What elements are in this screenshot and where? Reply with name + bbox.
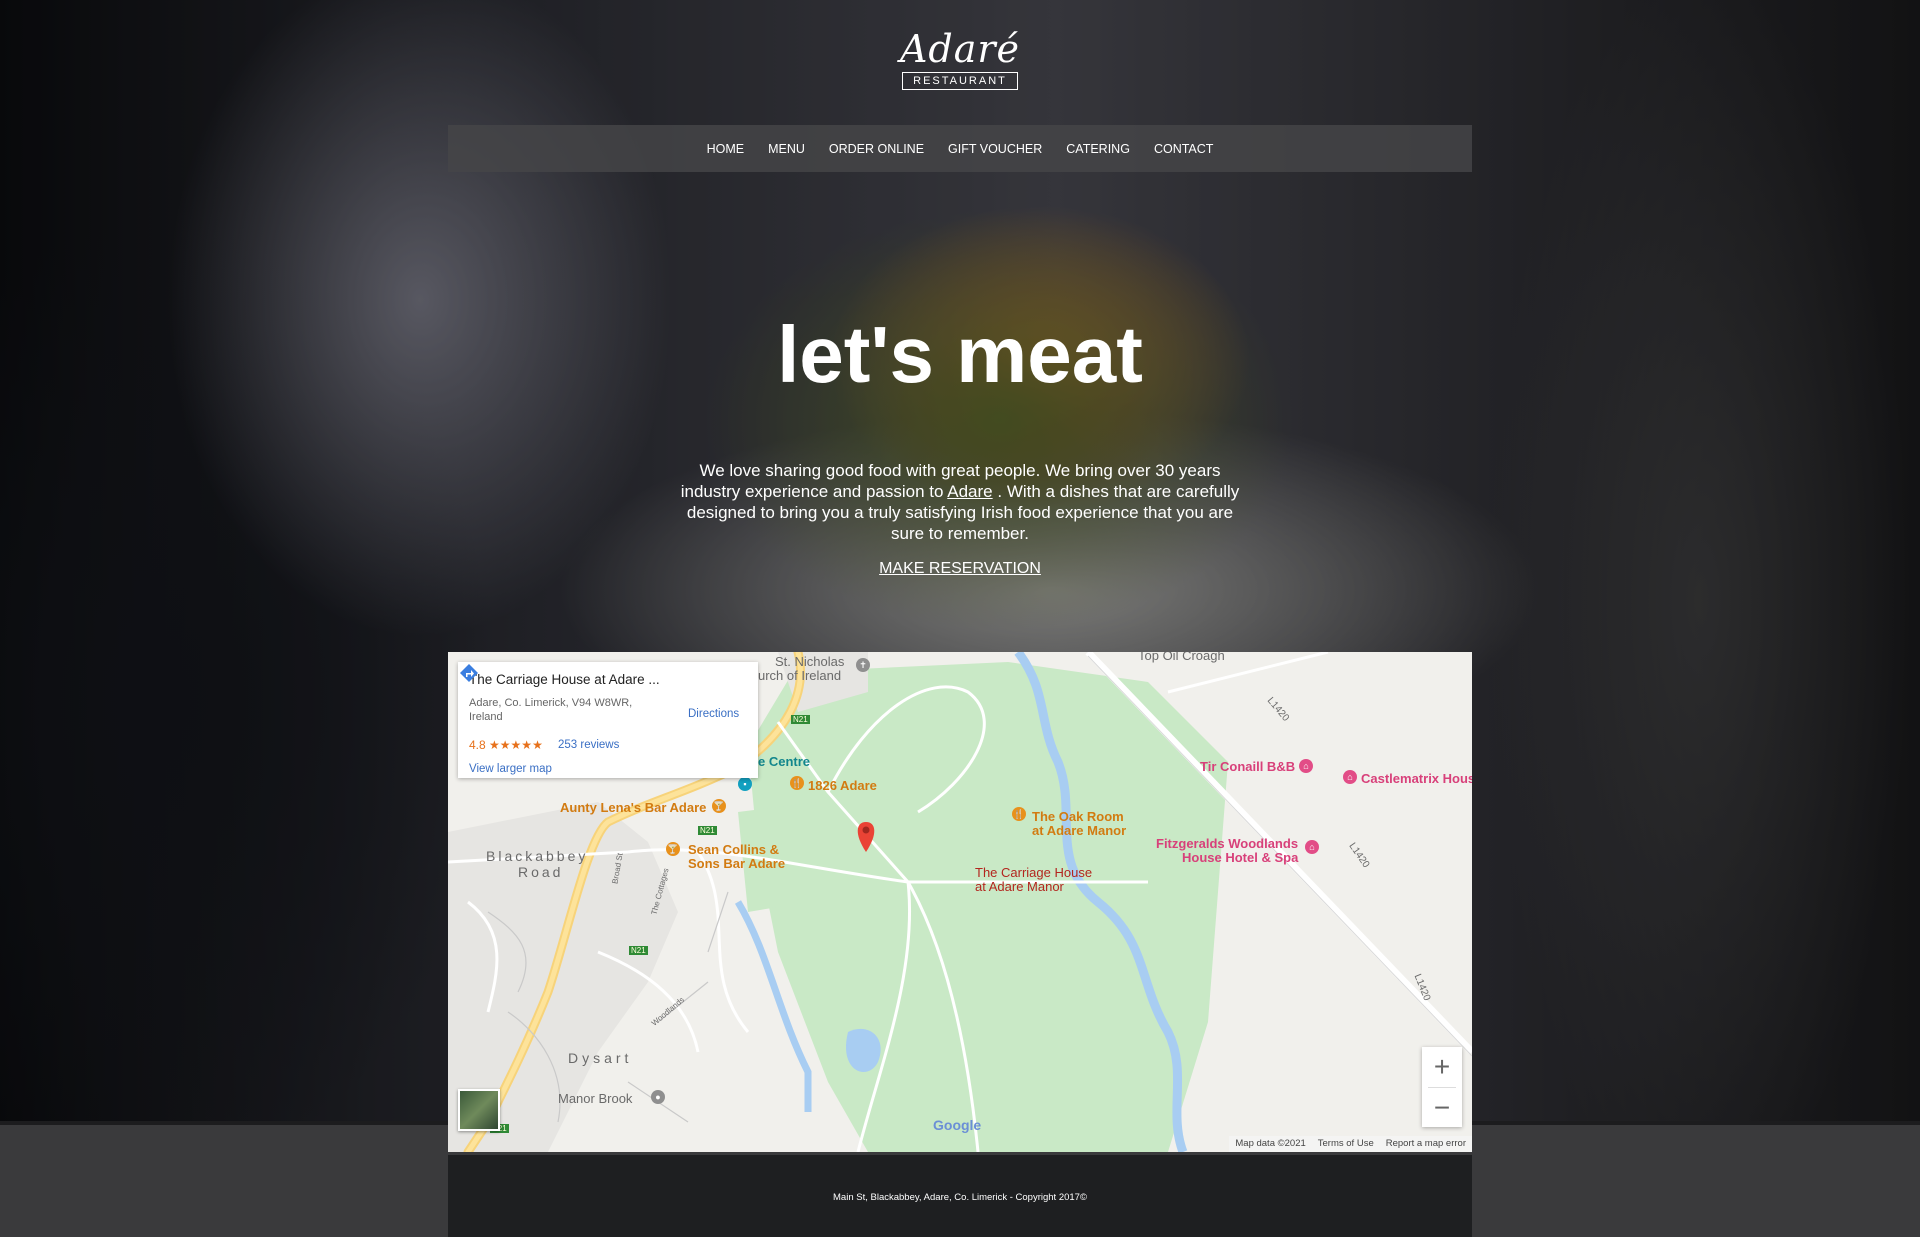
place-rating: 4.8 ★★★★★	[469, 738, 543, 752]
poi-sean-collins-2[interactable]: Sons Bar Adare	[688, 856, 785, 871]
area-blackabbey-2: Road	[518, 864, 564, 880]
nav-catering[interactable]: CATERING	[1066, 142, 1130, 156]
logo[interactable]: Adaré RESTAURANT	[0, 28, 1920, 90]
church-icon: ✝	[856, 658, 870, 672]
google-map[interactable]: N21 N21 N21 N21 L1420 L1420 L1420 Broad …	[448, 652, 1472, 1152]
directions-icon[interactable]	[458, 662, 480, 684]
zoom-in-button[interactable]: +	[1422, 1047, 1462, 1087]
bar-icon-sean-collins: 🍸	[666, 842, 680, 856]
rating-value: 4.8	[469, 738, 486, 752]
rating-stars: ★★★★★	[489, 738, 543, 752]
road-shield-n21: N21	[791, 715, 810, 724]
hero-headline: let's meat	[777, 310, 1143, 399]
marker-dot	[862, 826, 870, 834]
hero-intro: We love sharing good food with great peo…	[680, 460, 1240, 544]
area-dysart: Dysart	[568, 1050, 633, 1066]
poi-carriage-house-1[interactable]: The Carriage House	[975, 865, 1092, 880]
place-icon-manor-brook: ●	[651, 1090, 665, 1104]
centre-icon: ▪	[738, 777, 752, 791]
poi-castlematrix[interactable]: Castlematrix Hous	[1361, 771, 1472, 786]
nav-order-online[interactable]: ORDER ONLINE	[829, 142, 924, 156]
poi-oak-room-1[interactable]: The Oak Room	[1032, 809, 1124, 824]
logo-wordmark: Adaré	[899, 27, 1021, 71]
map-data-text: Map data ©2021	[1235, 1138, 1306, 1149]
park-area	[748, 662, 1228, 1152]
footer-copyright: Main St, Blackabbey, Adare, Co. Limerick…	[833, 1192, 1087, 1203]
google-logo: Google	[933, 1117, 981, 1133]
poi-church-of-ireland[interactable]: urch of Ireland	[758, 668, 841, 683]
zoom-out-button[interactable]: −	[1422, 1088, 1462, 1128]
make-reservation-link[interactable]: MAKE RESERVATION	[879, 560, 1041, 577]
poi-1826-adare[interactable]: 1826 Adare	[808, 778, 877, 793]
poi-tir-conaill[interactable]: Tir Conaill B&B	[1200, 759, 1295, 774]
report-map-error-link[interactable]: Report a map error	[1386, 1136, 1466, 1152]
restaurant-icon-1826: 🍴	[790, 776, 804, 790]
road-shield-n21-2: N21	[698, 826, 717, 835]
poi-manor-brook[interactable]: Manor Brook	[558, 1091, 632, 1106]
hotel-icon-fitzgeralds: ⌂	[1305, 840, 1319, 854]
place-title: The Carriage House at Adare ...	[469, 672, 660, 687]
road-shield-n21-3: N21	[629, 946, 648, 955]
poi-fitzgeralds-2[interactable]: House Hotel & Spa	[1182, 850, 1298, 865]
poi-oak-room-2[interactable]: at Adare Manor	[1032, 823, 1126, 838]
poi-fitzgeralds-1[interactable]: Fitzgeralds Woodlands	[1156, 836, 1298, 851]
nav-home[interactable]: HOME	[707, 142, 745, 156]
satellite-toggle[interactable]	[458, 1089, 500, 1131]
map-attribution: Map data ©2021 Terms of Use Report a map…	[1229, 1136, 1472, 1152]
hotel-icon-castlematrix: ⌂	[1343, 770, 1357, 784]
poi-top-oil[interactable]: Top Oil Croagh	[1138, 652, 1225, 663]
hotel-icon-tir-conaill: ⌂	[1299, 759, 1313, 773]
poi-st-nicholas[interactable]: St. Nicholas	[775, 654, 844, 669]
reviews-link[interactable]: 253 reviews	[558, 739, 619, 751]
place-address: Adare, Co. Limerick, V94 W8WR, Ireland	[469, 697, 633, 723]
nav-gift-voucher[interactable]: GIFT VOUCHER	[948, 142, 1042, 156]
poi-sean-collins-1[interactable]: Sean Collins &	[688, 842, 779, 857]
poi-carriage-house-2[interactable]: at Adare Manor	[975, 879, 1064, 894]
reservation-wrapper: MAKE RESERVATION	[0, 560, 1920, 578]
poi-centre[interactable]: e Centre	[758, 754, 810, 769]
bar-icon-aunty-lenas: 🍸	[712, 799, 726, 813]
footer: Main St, Blackabbey, Adare, Co. Limerick…	[448, 1155, 1472, 1237]
google-logo-text: Google	[933, 1117, 982, 1133]
nav-contact[interactable]: CONTACT	[1154, 142, 1214, 156]
place-info-card: The Carriage House at Adare ... Adare, C…	[458, 662, 758, 778]
terms-of-use-link[interactable]: Terms of Use	[1318, 1136, 1374, 1152]
restaurant-icon-oak-room: 🍴	[1012, 807, 1026, 821]
main-nav: HOME MENU ORDER ONLINE GIFT VOUCHER CATE…	[448, 125, 1472, 172]
logo-subtitle: RESTAURANT	[902, 72, 1018, 90]
nav-menu[interactable]: MENU	[768, 142, 805, 156]
zoom-controls: + −	[1422, 1047, 1462, 1127]
poi-aunty-lenas[interactable]: Aunty Lena's Bar Adare	[560, 800, 706, 815]
directions-link[interactable]: Directions	[688, 708, 739, 720]
view-larger-map-link[interactable]: View larger map	[469, 763, 552, 775]
adare-link[interactable]: Adare	[947, 482, 992, 501]
area-blackabbey-1: Blackabbey	[486, 848, 589, 864]
